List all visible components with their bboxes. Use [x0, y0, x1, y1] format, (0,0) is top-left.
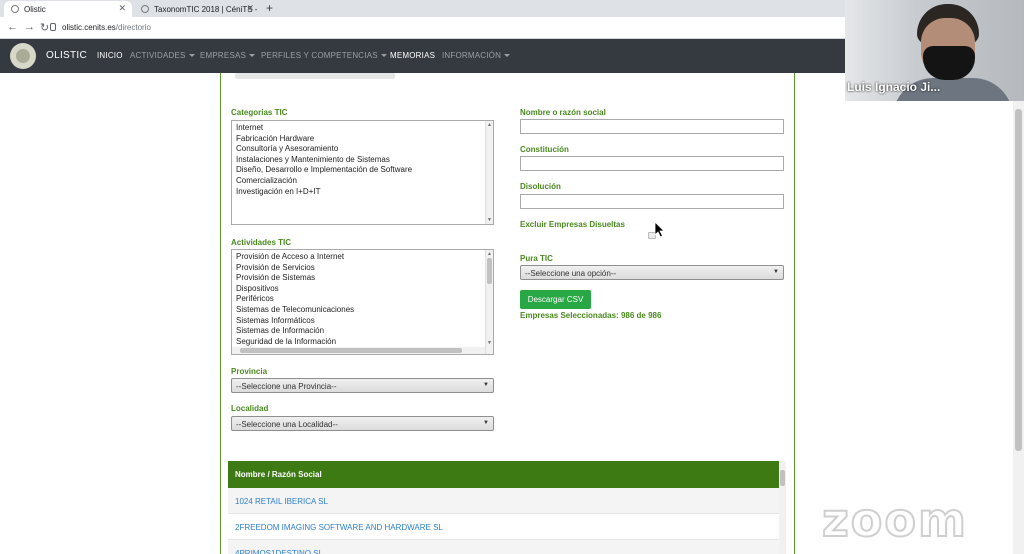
chevron-down-icon [504, 54, 511, 58]
categorias-listbox[interactable]: Internet Fabricación Hardware Consultorí… [231, 120, 494, 225]
nav-perfiles[interactable]: PERFILES Y COMPETENCIAS [261, 51, 387, 60]
constitucion-label: Constitución [520, 145, 569, 154]
disolucion-input[interactable] [520, 194, 784, 209]
scroll-thumb[interactable] [487, 258, 492, 284]
globe-icon [11, 5, 19, 13]
scroll-thumb[interactable] [240, 348, 462, 353]
list-item[interactable]: Dispositivos [232, 284, 493, 295]
disolucion-label: Disolución [520, 182, 561, 191]
list-item[interactable]: Sistemas de Información [232, 326, 493, 337]
scroll-up-icon[interactable]: ▲ [487, 122, 492, 128]
new-tab-icon[interactable]: + [266, 1, 273, 15]
chevron-down-icon [188, 54, 195, 58]
listbox-scrollbar[interactable]: ▲ ▼ [485, 121, 493, 224]
pura-tic-select[interactable]: --Seleccione una opción-- ▼ [520, 265, 784, 280]
nav-memorias[interactable]: MEMORIAS [390, 51, 435, 60]
list-item[interactable]: Comercialización [232, 176, 493, 187]
results-table: Nombre / Razón Social 1024 RETAIL IBERIC… [228, 461, 786, 554]
scroll-down-icon[interactable]: ▼ [487, 340, 492, 346]
scroll-thumb[interactable] [1015, 109, 1022, 451]
list-item[interactable]: Provisión de Acceso a Internet [232, 252, 493, 263]
nav-inicio[interactable]: INICIO [97, 51, 123, 60]
video-participant-tile[interactable]: Luis Ignacio Ji... [845, 0, 1024, 101]
participant-name: Luis Ignacio Ji... [847, 80, 941, 94]
chevron-down-icon [249, 54, 256, 58]
url-field[interactable]: olistic.cenits.es/directorio [62, 23, 151, 32]
tab-olistic[interactable]: Olistic ✕ [4, 1, 132, 17]
reload-icon[interactable]: ↻ [40, 21, 49, 34]
excluir-label: Excluir Empresas Disueltas [520, 220, 625, 229]
close-icon[interactable]: ✕ [118, 3, 126, 14]
chevron-down-icon: ▼ [483, 420, 489, 426]
list-item[interactable]: Provisión de Servicios [232, 263, 493, 274]
forward-icon[interactable]: → [24, 21, 35, 33]
nav-actividades[interactable]: ACTIVIDADES [130, 51, 195, 60]
scroll-up-icon[interactable]: ▲ [487, 251, 492, 257]
download-csv-button[interactable]: Descargar CSV [520, 290, 591, 309]
listbox-scrollbar[interactable]: ▲ ▼ [485, 250, 493, 354]
brand-name[interactable]: OLISTIC [46, 50, 87, 61]
list-item[interactable]: Consultoría y Asesoramiento [232, 144, 493, 155]
page-title-placeholder [235, 73, 395, 79]
constitucion-input[interactable] [520, 156, 784, 171]
listbox-hscrollbar[interactable] [232, 347, 485, 354]
globe-icon [141, 5, 149, 13]
chevron-down-icon: ▼ [483, 382, 489, 388]
list-item[interactable]: Sistemas Informáticos [232, 316, 493, 327]
nombre-label: Nombre o razón social [520, 108, 606, 117]
selected-count: Empresas Seleccionadas: 986 de 986 [520, 311, 662, 320]
list-item[interactable]: Investigación en I+D+IT [232, 187, 493, 198]
localidad-label: Localidad [231, 404, 269, 413]
list-item[interactable]: Seguridad de la Información [232, 337, 493, 348]
table-row[interactable]: 2FREEDOM IMAGING SOFTWARE AND HARDWARE S… [228, 514, 779, 540]
list-item[interactable]: Fabricación Hardware [232, 134, 493, 145]
lock-icon [50, 23, 56, 31]
scroll-thumb[interactable] [780, 470, 785, 486]
back-icon[interactable]: ← [7, 21, 18, 33]
categorias-label: Categorias TIC [231, 108, 288, 117]
scroll-down-icon[interactable]: ▼ [487, 217, 492, 223]
list-item[interactable]: Instalaciones y Mantenimiento de Sistema… [232, 155, 493, 166]
provincia-select[interactable]: --Seleccione una Provincia-- ▼ [231, 378, 494, 393]
list-item[interactable]: Provisión de Sistemas [232, 273, 493, 284]
actividades-label: Actividades TIC [231, 238, 292, 247]
site-logo[interactable] [10, 43, 36, 69]
pura-tic-label: Pura TIC [520, 254, 553, 263]
localidad-select[interactable]: --Seleccione una Localidad-- ▼ [231, 416, 494, 431]
list-item[interactable]: Internet [232, 123, 493, 134]
table-header[interactable]: Nombre / Razón Social [228, 461, 779, 488]
actividades-listbox[interactable]: Provisión de Acceso a Internet Provisión… [231, 249, 494, 355]
table-scrollbar[interactable] [779, 461, 786, 554]
site-navbar: OLISTIC INICIO ACTIVIDADES EMPRESAS PERF… [0, 39, 845, 73]
table-row[interactable]: 4PRIMOS1DESTINO SL [228, 540, 779, 554]
list-item[interactable]: Periféricos [232, 294, 493, 305]
nav-empresas[interactable]: EMPRESAS [200, 51, 256, 60]
provincia-label: Provincia [231, 367, 268, 376]
list-item[interactable]: Diseño, Desarrollo e Implementación de S… [232, 165, 493, 176]
mouse-cursor-icon [655, 222, 665, 238]
chevron-down-icon: ▼ [773, 269, 779, 275]
nav-informacion[interactable]: INFORMACIÓN [442, 51, 511, 60]
close-icon[interactable]: ✕ [246, 3, 254, 14]
page-scrollbar[interactable] [1013, 101, 1024, 554]
chevron-down-icon [380, 54, 387, 58]
nombre-input[interactable] [520, 119, 784, 134]
zoom-watermark: zoom [821, 493, 968, 547]
list-item[interactable]: Sistemas de Telecomunicaciones [232, 305, 493, 316]
tab-taxonomtic[interactable]: TaxonomTIC 2018 | CéniTS - ✕ [134, 1, 260, 17]
table-row[interactable]: 1024 RETAIL IBERICA SL [228, 488, 779, 514]
